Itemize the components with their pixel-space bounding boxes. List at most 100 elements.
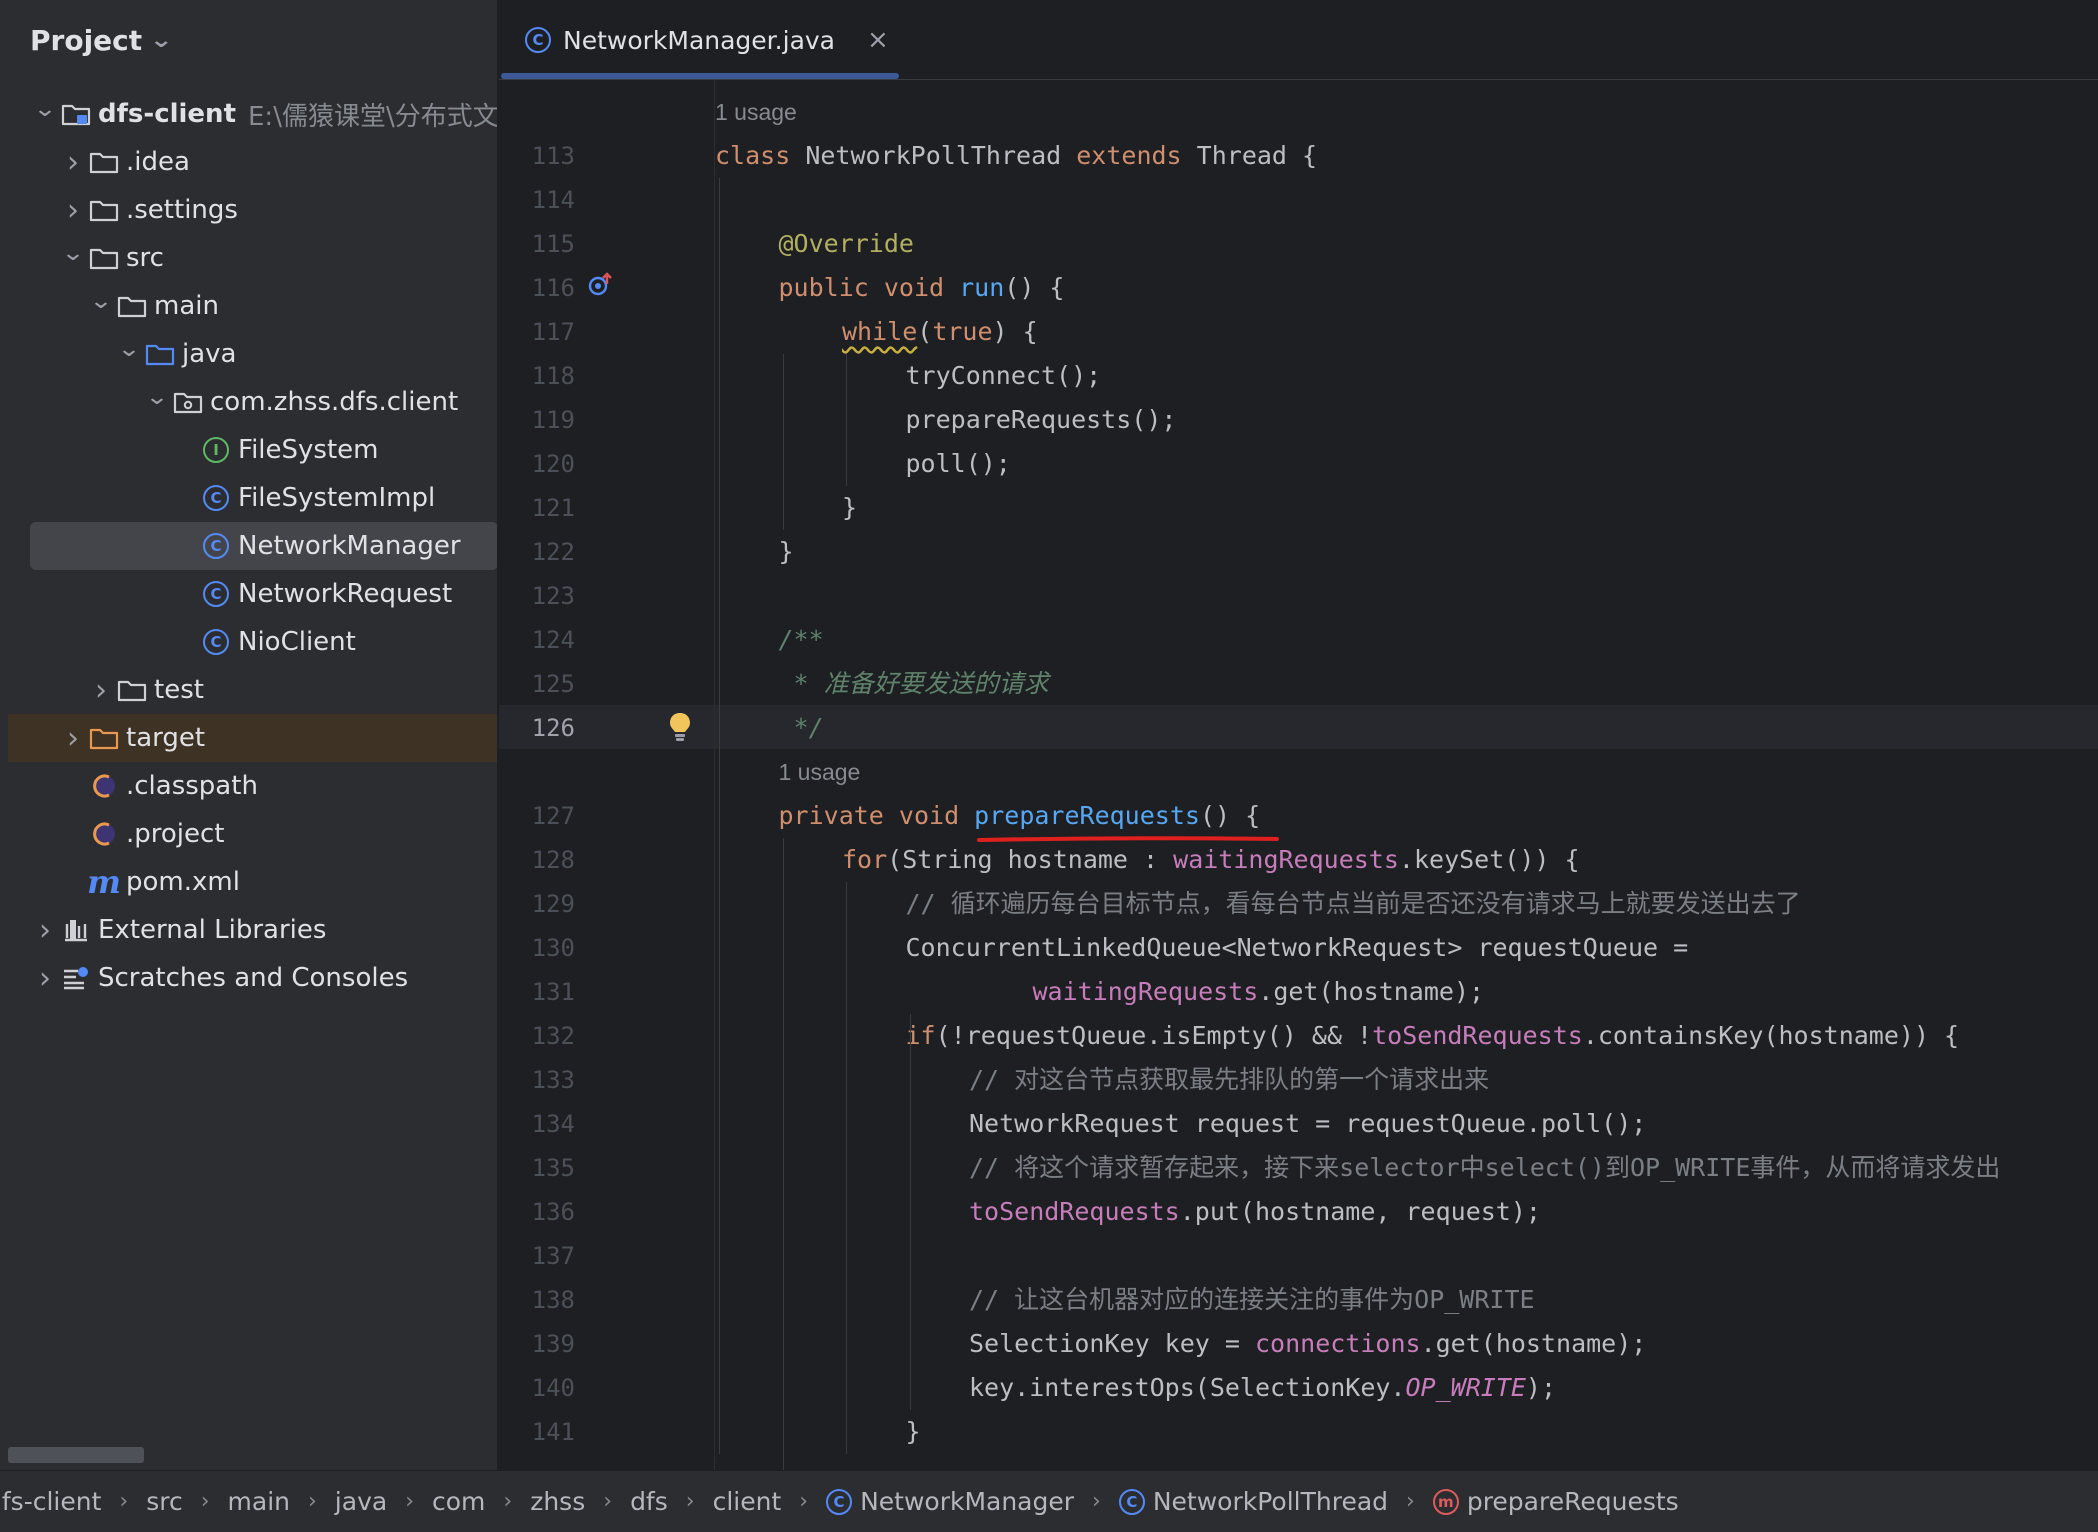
code-line: 129 // 循环遍历每台目标节点，看每台节点当前是否还没有请求马上就要发送出去了 [499, 882, 2098, 926]
tree-item-label: .classpath [126, 771, 258, 801]
breadcrumb-item[interactable]: dfs [630, 1487, 668, 1516]
chevron-right-icon[interactable]: › [58, 193, 88, 228]
line-number: 115 [531, 230, 575, 258]
lightbulb-icon[interactable] [668, 712, 692, 742]
chevron-right-icon[interactable]: › [30, 913, 60, 948]
chevron-right-icon[interactable]: › [86, 673, 116, 708]
code-line: 135 // 将这个请求暂存起来，接下来selector中select()到OP_… [499, 1146, 2098, 1190]
code-token: ); [1525, 1373, 1557, 1402]
code-line: 114 [499, 178, 2098, 222]
code-text: } [842, 486, 857, 530]
breadcrumb-label: main [227, 1487, 290, 1516]
code-text: key.interestOps(SelectionKey.OP_WRITE); [969, 1366, 1556, 1410]
tree-item-com-zhss-dfs-client[interactable]: ⌄ com.zhss.dfs.client [0, 378, 497, 426]
line-number: 130 [531, 934, 575, 962]
code-line: 131 waitingRequests.get(hostname); [499, 970, 2098, 1014]
usage-hint[interactable]: 1 usage [499, 90, 2098, 134]
close-tab-icon[interactable]: × [867, 25, 889, 55]
code-line: 118 tryConnect(); [499, 354, 2098, 398]
line-number: 125 [531, 670, 575, 698]
chevron-down-icon[interactable]: ⌄ [138, 385, 177, 410]
usage-count[interactable]: 1 usage [715, 90, 797, 134]
chevron-right-icon: › [685, 1489, 695, 1514]
code-token: .keySet()) { [1398, 845, 1580, 874]
tree-item-classpath[interactable]: .classpath [0, 762, 497, 810]
chevron-down-icon[interactable]: ⌄ [110, 337, 149, 362]
code-token: toSendRequests [969, 1197, 1180, 1226]
folder-icon [116, 676, 148, 704]
breadcrumb-item[interactable]: main [228, 1487, 290, 1516]
project-tree: ⌄ dfs-client E:\儒猿课堂\分布式文 › .idea › .settings ⌄… [0, 90, 498, 1002]
line-number: 138 [531, 1286, 575, 1314]
tree-item-pom-xml[interactable]: m pom.xml [0, 858, 497, 906]
overrides-method-icon[interactable] [587, 272, 613, 298]
breadcrumb-item[interactable]: java [335, 1487, 387, 1516]
code-token: prepareRequests [974, 801, 1200, 830]
breadcrumb-item[interactable]: com [432, 1487, 485, 1516]
chevron-down-icon[interactable]: ⌄ [54, 241, 93, 266]
code-token: .containsKey(hostname)) { [1582, 1021, 1960, 1050]
line-number: 134 [531, 1110, 575, 1138]
tree-item-main[interactable]: ⌄ main [0, 282, 497, 330]
breadcrumb-item[interactable]: zhss [530, 1487, 585, 1516]
tab-network-manager[interactable]: C NetworkManager.java × [501, 0, 899, 80]
line-number: 119 [531, 406, 575, 434]
breadcrumb-item[interactable]: C NetworkPollThread [1118, 1487, 1388, 1516]
horizontal-scrollbar[interactable] [8, 1447, 144, 1463]
tree-item-scratches-and-consoles[interactable]: › Scratches and Consoles [0, 954, 497, 1002]
breadcrumb-item[interactable]: dfs-client [0, 1487, 101, 1516]
chevron-down-icon[interactable]: ⌄ [82, 289, 121, 314]
chevron-down-icon[interactable]: ⌄ [26, 97, 65, 122]
line-number: 121 [531, 494, 575, 522]
tree-item-idea[interactable]: › .idea [0, 138, 497, 186]
source-folder-icon [144, 340, 176, 368]
code-text: // 让这台机器对应的连接关注的事件为OP_WRITE [969, 1278, 1535, 1322]
project-view-selector[interactable]: Project ⌄ [30, 20, 173, 60]
code-token: () { [1199, 801, 1261, 830]
usage-hint[interactable]: 1 usage [499, 750, 2098, 794]
code-token: OP_WRITE [1405, 1373, 1526, 1402]
code-text: * 准备好要发送的请求 [779, 662, 1049, 706]
line-number: 120 [531, 450, 575, 478]
breadcrumb-item[interactable]: src [146, 1487, 183, 1516]
tree-item-filesystem[interactable]: I FileSystem [0, 426, 497, 474]
tree-item-networkmanager[interactable]: C NetworkManager [30, 522, 497, 570]
line-number: 117 [531, 318, 575, 346]
module-path: E:\儒猿课堂\分布式文 [248, 101, 498, 132]
tree-item-settings[interactable]: › .settings [0, 186, 497, 234]
code-text: toSendRequests.put(hostname, request); [969, 1190, 1541, 1234]
usage-count[interactable]: 1 usage [779, 750, 861, 794]
tree-item-target[interactable]: › target [8, 714, 497, 762]
tree-item-dfs-client[interactable]: ⌄ dfs-client E:\儒猿课堂\分布式文 [0, 90, 498, 138]
code-token: extends [1076, 141, 1197, 170]
code-text: SelectionKey key = connections.get(hostn… [969, 1322, 1646, 1366]
code-token: (!requestQueue.isEmpty() && ! [935, 1021, 1373, 1050]
tree-item-external-libraries[interactable]: › External Libraries [0, 906, 497, 954]
code-token: connections [1254, 1329, 1421, 1358]
tree-item-project[interactable]: .project [0, 810, 497, 858]
tree-item-java[interactable]: ⌄ java [0, 330, 497, 378]
chevron-right-icon[interactable]: › [30, 961, 60, 996]
class-icon: C [826, 1488, 853, 1515]
breadcrumb-item[interactable]: client [713, 1487, 782, 1516]
breadcrumb-label: zhss [530, 1487, 586, 1516]
code-token: .put(hostname, request); [1179, 1197, 1541, 1226]
class-icon: C [200, 628, 232, 656]
code-text: tryConnect(); [906, 354, 1102, 398]
code-token: private void [778, 801, 975, 830]
breadcrumb-item[interactable]: C NetworkManager [826, 1487, 1074, 1516]
tree-item-nioclient[interactable]: C NioClient [0, 618, 497, 666]
code-text: waitingRequests.get(hostname); [1033, 970, 1485, 1014]
project-title: Project [30, 23, 143, 57]
tree-item-test[interactable]: › test [0, 666, 497, 714]
tree-item-label: test [154, 675, 204, 705]
tree-item-filesystemimpl[interactable]: C FileSystemImpl [0, 474, 497, 522]
tree-item-networkrequest[interactable]: C NetworkRequest [0, 570, 497, 618]
tree-item-src[interactable]: ⌄ src [0, 234, 497, 282]
library-icon [60, 916, 92, 944]
code-line: 127 private void prepareRequests() { [499, 794, 2098, 838]
breadcrumb-item[interactable]: m prepareRequests [1432, 1487, 1679, 1516]
chevron-right-icon[interactable]: › [58, 145, 88, 180]
chevron-right-icon[interactable]: › [58, 721, 88, 756]
chevron-right-icon: › [405, 1489, 414, 1514]
